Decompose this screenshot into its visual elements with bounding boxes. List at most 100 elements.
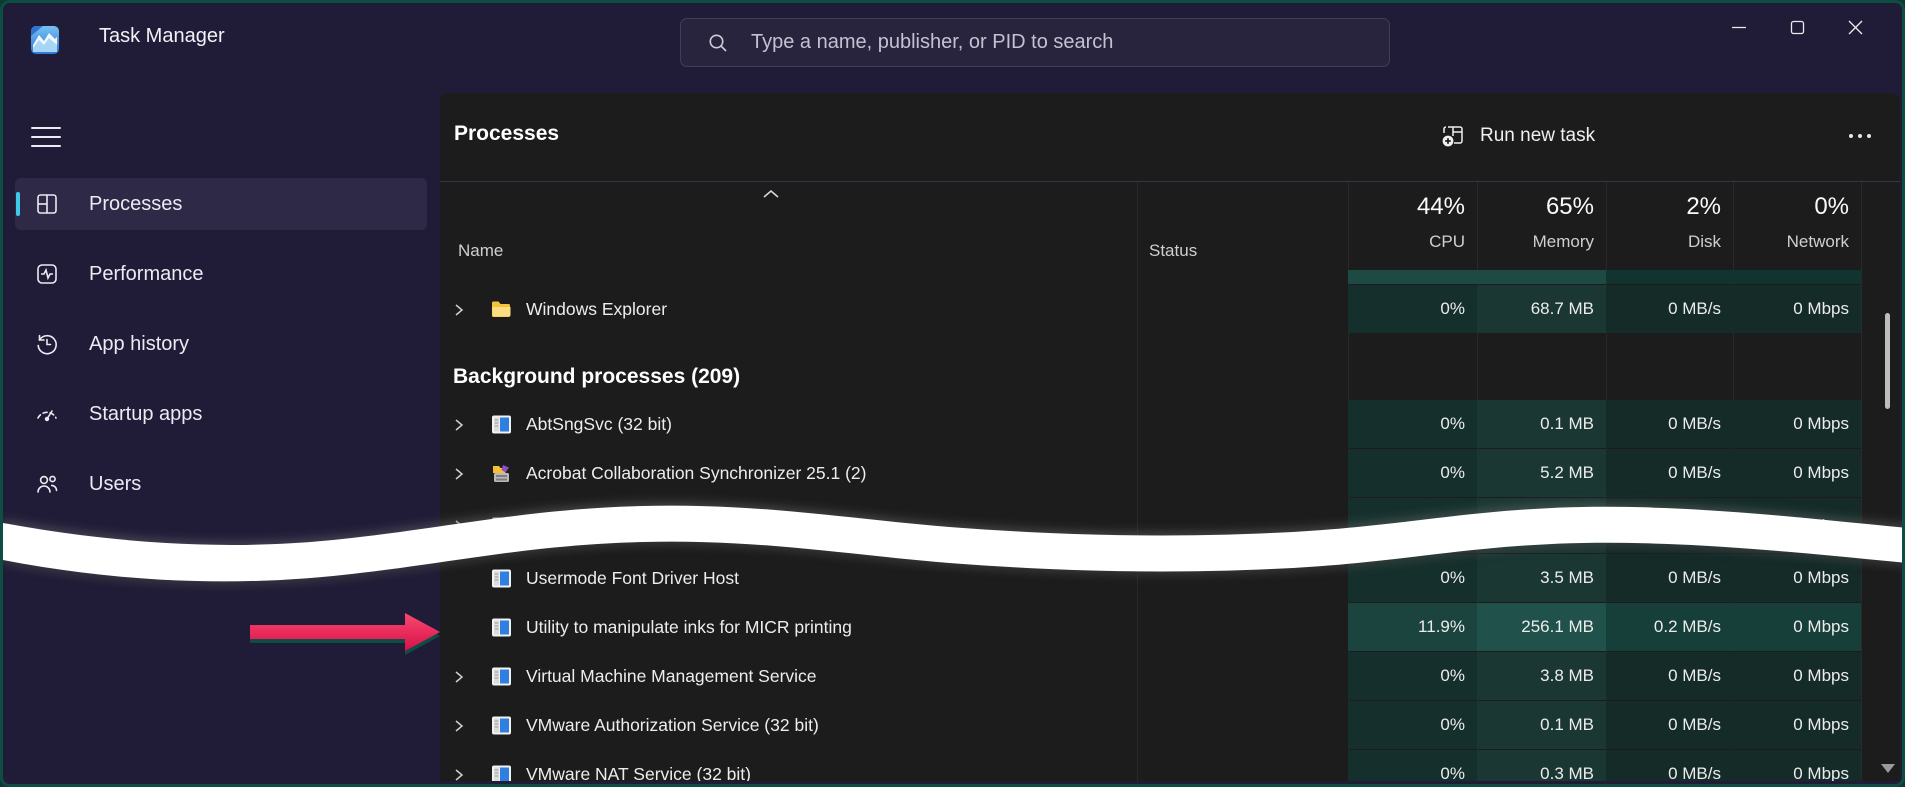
disk-value: 0 MB/s xyxy=(1668,764,1721,781)
run-new-task-button[interactable]: Run new task xyxy=(1432,117,1603,155)
partial-scrolled-row xyxy=(440,270,1881,285)
cpu-value: 0% xyxy=(1440,516,1465,536)
disk-value: 0 MB/s xyxy=(1668,414,1721,434)
sidebar-item-users[interactable]: Users xyxy=(15,458,427,510)
disk-value: 0 MB/s xyxy=(1668,715,1721,735)
grid-tiles-icon xyxy=(35,192,59,216)
window-plus-icon xyxy=(1440,123,1466,149)
cpu-value: 0% xyxy=(1440,299,1465,319)
people-icon xyxy=(35,472,59,496)
sidebar: Processes Performance App history xyxy=(3,70,440,784)
cpu-value: 0% xyxy=(1440,414,1465,434)
table-row[interactable]: 11.9% 256.1 MB 0.2 MB/s 0 Mbps Utility t… xyxy=(440,603,1881,652)
network-value: 0 Mbps xyxy=(1793,666,1849,686)
process-name: Acrobat Collaboration Synchronizer 25.1 … xyxy=(526,463,866,484)
column-header-disk[interactable]: 2% Disk xyxy=(1606,182,1733,268)
maximize-button[interactable] xyxy=(1768,5,1826,49)
memory-value: 256.1 MB xyxy=(1521,617,1594,637)
column-header-name[interactable]: Name xyxy=(458,241,503,261)
process-name: Virtual Machine Management Service xyxy=(526,666,817,687)
cpu-value: 0% xyxy=(1440,568,1465,588)
cpu-value: 0% xyxy=(1440,463,1465,483)
task-manager-window: Task Manager xyxy=(0,0,1905,787)
process-icon xyxy=(490,515,513,538)
sidebar-item-label: Processes xyxy=(89,193,182,216)
more-options-button[interactable] xyxy=(1838,123,1882,149)
minimize-button[interactable] xyxy=(1710,5,1768,49)
network-value: 0 Mbps xyxy=(1793,764,1849,781)
search-input[interactable] xyxy=(749,30,1389,55)
sidebar-item-label: App history xyxy=(89,333,189,356)
sidebar-item-app-history[interactable]: App history xyxy=(15,318,427,370)
memory-value: 68.7 MB xyxy=(1531,299,1594,319)
network-value: 0 Mbps xyxy=(1793,617,1849,637)
cpu-value: 11.9% xyxy=(1418,617,1465,637)
table-row[interactable]: 0% 3.5 MB 0 MB/s 0 Mbps Usermode Font Dr… xyxy=(440,554,1881,603)
disk-value: 0 MB/s xyxy=(1668,568,1721,588)
expand-chevron-icon[interactable] xyxy=(453,669,464,685)
column-header-status[interactable]: Status xyxy=(1149,241,1197,261)
sidebar-item-performance[interactable]: Performance xyxy=(15,248,427,300)
table-row[interactable]: 0% 5.2 MB 0 MB/s 0 Mbps Acrobat Collabor… xyxy=(440,449,1881,498)
menu-toggle-button[interactable] xyxy=(31,125,61,149)
scrollbar-down-arrow-icon[interactable] xyxy=(1881,764,1895,773)
network-value: 0 Mbps xyxy=(1793,568,1849,588)
title-bar: Task Manager xyxy=(3,3,1902,70)
sidebar-item-startup-apps[interactable]: Startup apps xyxy=(15,388,427,440)
table-row[interactable]: 0% 3.8 MB 0 MB/s 0 Mbps Virtual Machine … xyxy=(440,652,1881,701)
process-icon xyxy=(490,714,513,737)
process-icon xyxy=(490,298,513,321)
window-title: Task Manager xyxy=(99,25,225,48)
sidebar-item-processes[interactable]: Processes xyxy=(15,178,427,230)
disk-value: 0 MB/s xyxy=(1668,463,1721,483)
expand-chevron-icon[interactable] xyxy=(453,718,464,734)
process-name: Utility to manipulate inks for MICR prin… xyxy=(526,617,852,638)
table-row[interactable]: 0% 0.3 MB 0 MB/s 0 Mbps VMware NAT Servi… xyxy=(440,750,1881,781)
pulse-icon xyxy=(35,262,59,286)
network-value: 0 Mbps xyxy=(1793,414,1849,434)
process-icon xyxy=(490,763,513,781)
table-row[interactable]: 0% 68.7 MB 0 MB/s 0 Mbps Windows Explore… xyxy=(440,285,1881,334)
process-name: Usermode Font Driver Host xyxy=(526,568,739,589)
memory-value: 0.3 MB xyxy=(1540,764,1594,781)
ellipsis-icon xyxy=(1849,134,1853,138)
memory-value: 0.1 MB xyxy=(1540,414,1594,434)
process-icon xyxy=(490,413,513,436)
speedometer-icon xyxy=(35,402,59,426)
page-title: Processes xyxy=(454,122,559,146)
run-new-task-label: Run new task xyxy=(1480,125,1595,147)
process-icon xyxy=(490,616,513,639)
table-body: 0% 68.7 MB 0 MB/s 0 Mbps Windows Explore… xyxy=(440,270,1881,781)
process-name: VMware Authorization Service (32 bit) xyxy=(526,715,819,736)
cpu-value: 0% xyxy=(1440,666,1465,686)
search-input-box[interactable] xyxy=(680,18,1390,67)
table-row[interactable]: Background processes (209) xyxy=(440,334,1881,400)
expand-chevron-icon[interactable] xyxy=(453,466,464,482)
column-header-memory[interactable]: 65% Memory xyxy=(1477,182,1606,268)
expand-chevron-icon[interactable] xyxy=(453,767,464,782)
process-icon xyxy=(490,567,513,590)
table-row[interactable]: 0% 0.1 MB 0 MB/s 0 Mbps VMware Authoriza… xyxy=(440,701,1881,750)
memory-value: 0.1 MB xyxy=(1540,516,1594,536)
disk-value: 0 MB/s xyxy=(1668,299,1721,319)
table-row[interactable]: 0% 0.1 MB 0 MB/s 0 Mbps AbtSngSvc (32 bi… xyxy=(440,400,1881,449)
table-row[interactable]: 0% 0.1 MB 0 MB/s 0 Mbps Usermode Font Dr… xyxy=(440,498,1881,554)
column-header-cpu[interactable]: 44% CPU xyxy=(1348,182,1477,268)
memory-value: 3.8 MB xyxy=(1540,666,1594,686)
window-controls xyxy=(1710,5,1884,49)
expand-chevron-icon[interactable] xyxy=(453,302,464,318)
vertical-scrollbar[interactable] xyxy=(1877,182,1897,781)
scrollbar-thumb[interactable] xyxy=(1885,313,1890,409)
process-name: Windows Explorer xyxy=(526,299,667,320)
network-value: 0 Mbps xyxy=(1793,299,1849,319)
expand-chevron-icon[interactable] xyxy=(453,518,464,534)
expand-chevron-icon[interactable] xyxy=(453,417,464,433)
scroll-to-top-chevron-icon[interactable] xyxy=(762,188,780,200)
sidebar-item-label: Startup apps xyxy=(89,403,202,426)
memory-value: 3.5 MB xyxy=(1540,568,1594,588)
cpu-value: 0% xyxy=(1440,764,1465,781)
group-header-label: Background processes (209) xyxy=(453,365,740,389)
close-button[interactable] xyxy=(1826,5,1884,49)
column-header-network[interactable]: 0% Network xyxy=(1733,182,1861,268)
network-value: 0 Mbps xyxy=(1793,463,1849,483)
